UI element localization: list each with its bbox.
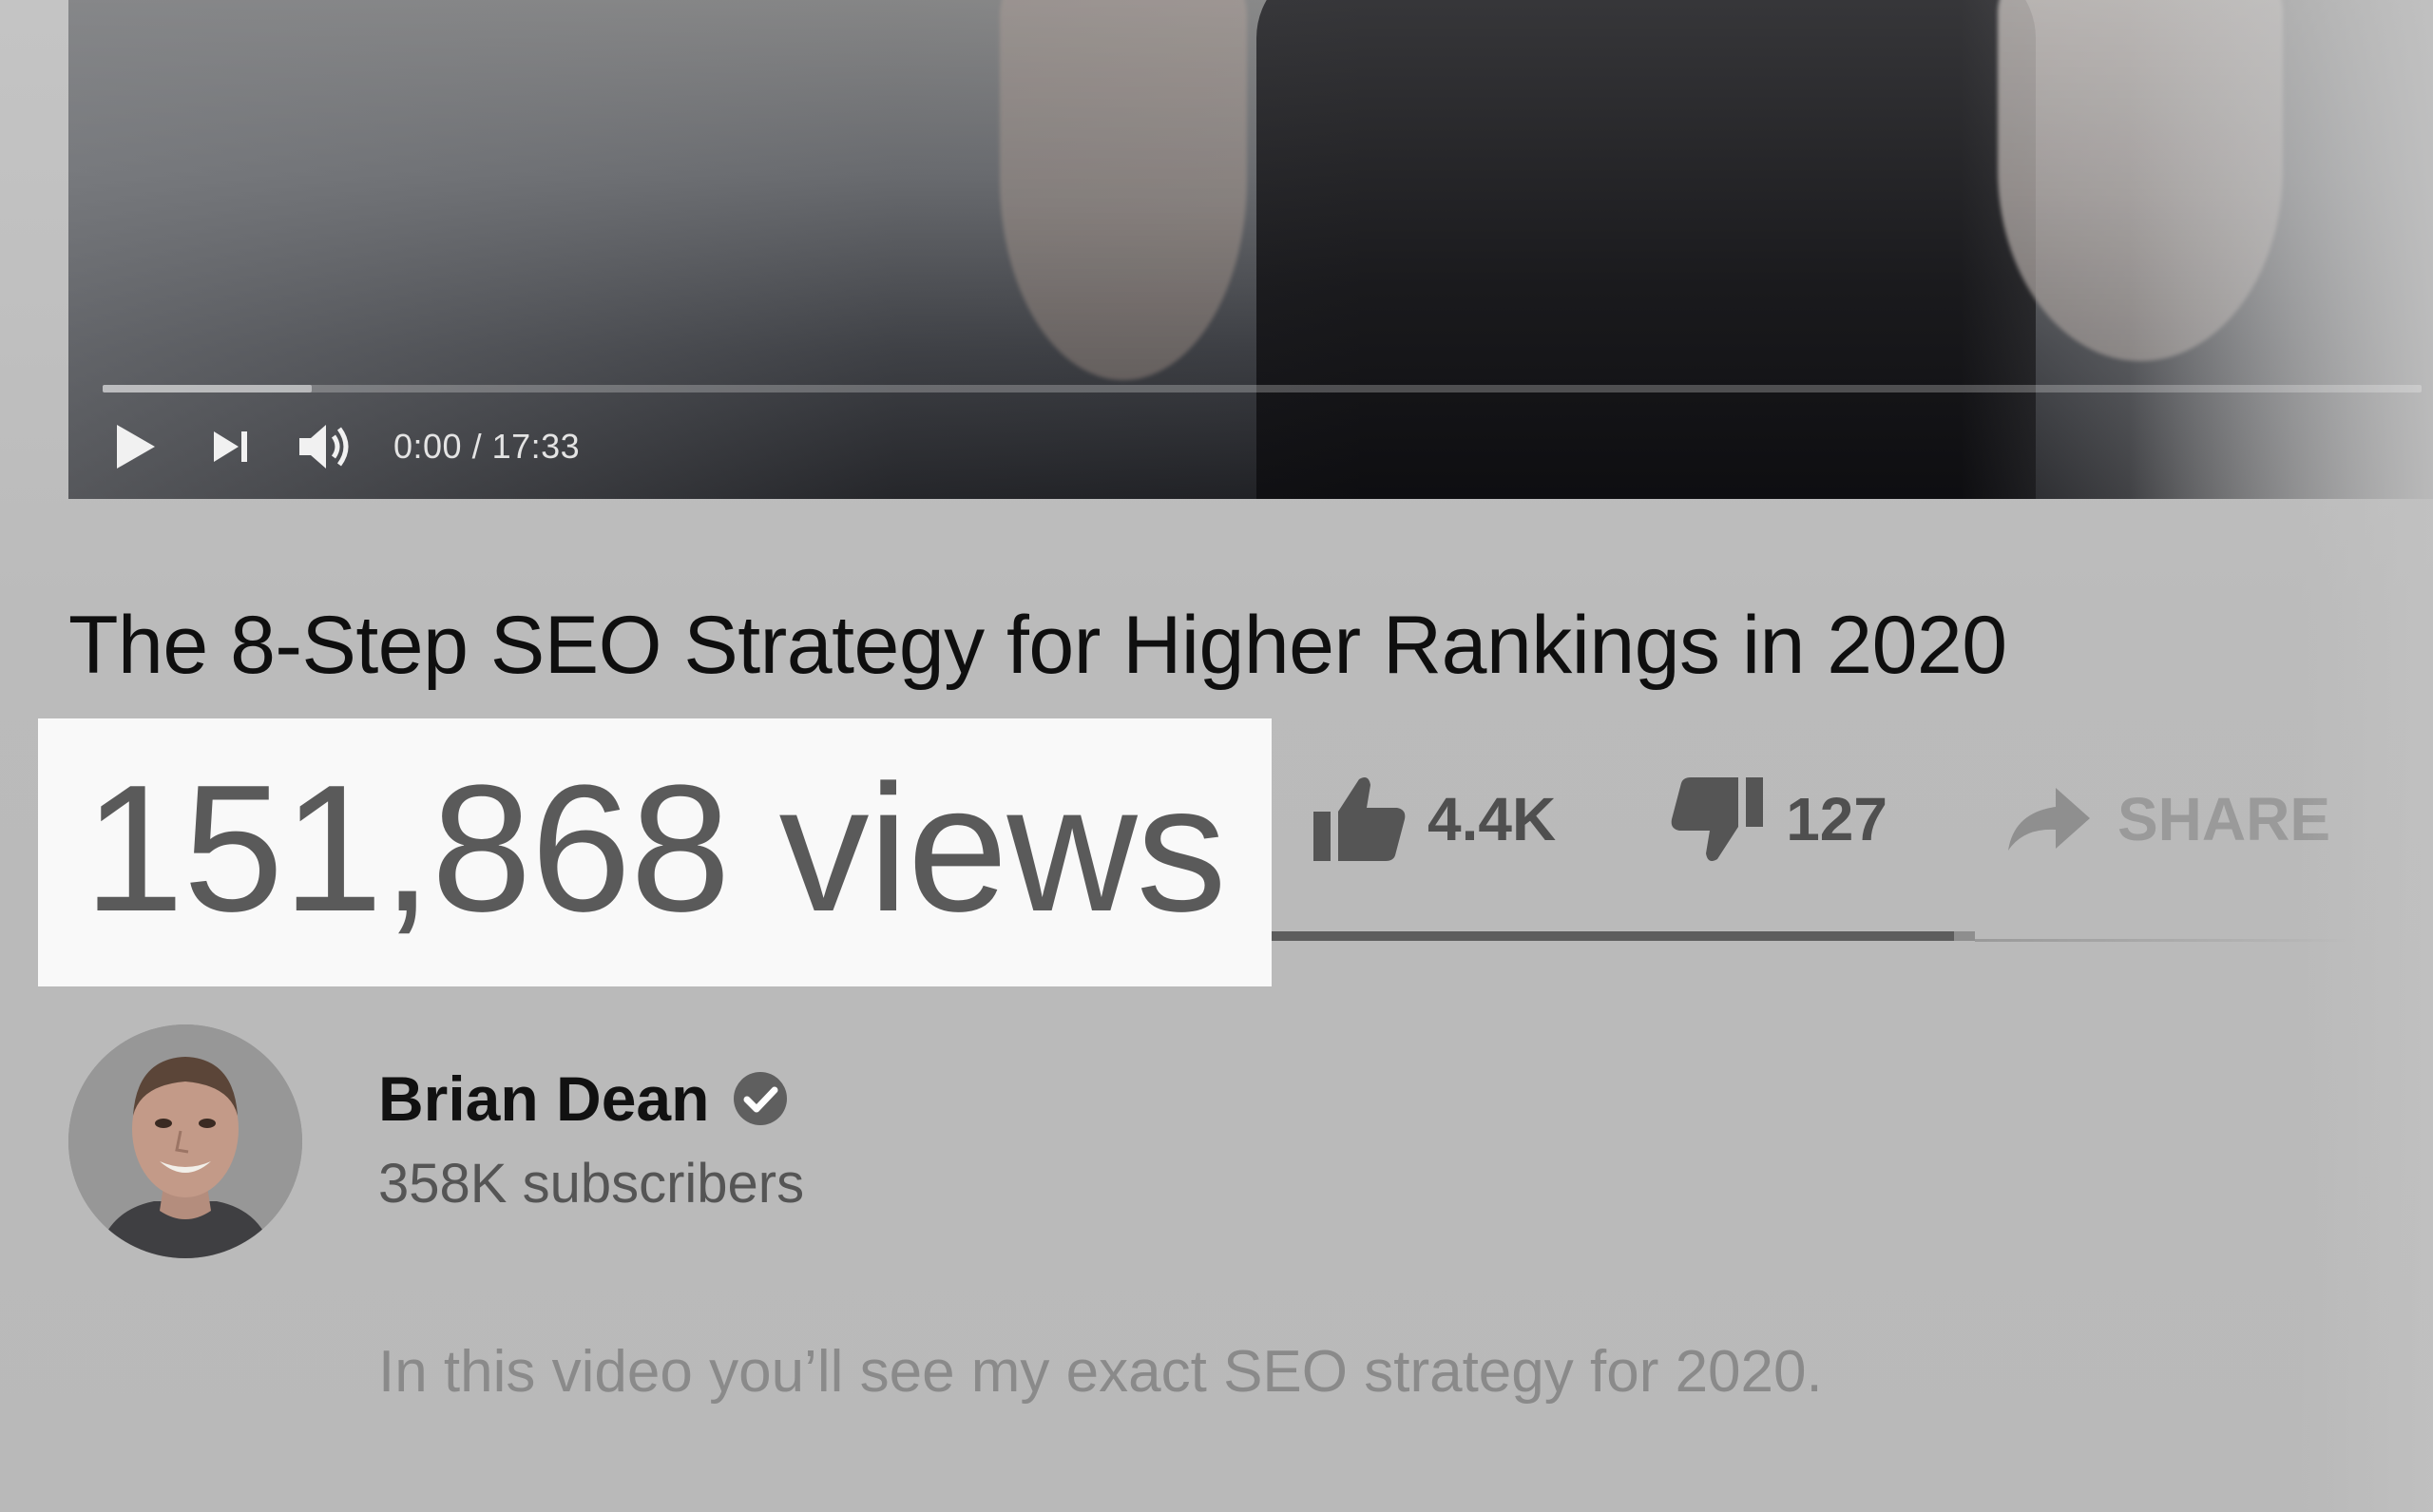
play-icon: [117, 425, 155, 469]
right-vignette: [2300, 499, 2433, 1512]
avatar[interactable]: [68, 1024, 302, 1258]
progress-loaded: [103, 385, 312, 392]
like-button[interactable]: 4.4K: [1312, 772, 1556, 867]
video-right-fade: [2129, 0, 2433, 499]
time-display: 0:00 / 17:33: [393, 427, 581, 466]
volume-button[interactable]: [293, 418, 359, 475]
divider: [1975, 939, 2355, 942]
action-row: 4.4K 127 SHARE: [1312, 772, 2433, 867]
views-highlight: 151,868 views: [38, 718, 1272, 986]
video-player[interactable]: 0:00 / 17:33: [68, 0, 2433, 499]
dislike-count: 127: [1786, 785, 1887, 853]
progress-bar[interactable]: [103, 385, 2422, 392]
thumbs-up-icon: [1313, 777, 1406, 861]
page: 0:00 / 17:33 The 8-Step SEO Strategy for…: [0, 0, 2433, 1512]
player-controls: 0:00 / 17:33: [103, 418, 580, 475]
sentiment-bar: [1272, 931, 1975, 941]
play-button[interactable]: [103, 418, 169, 475]
view-count: 151,868 views: [84, 748, 1227, 949]
dislike-button[interactable]: 127: [1670, 772, 1887, 867]
share-arrow-icon: [2007, 788, 2090, 851]
video-description: In this video you’ll see my exact SEO st…: [378, 1339, 1823, 1405]
channel-name-text: Brian Dean: [378, 1063, 710, 1134]
video-title: The 8-Step SEO Strategy for Higher Ranki…: [68, 600, 2007, 691]
sentiment-like-fill: [1272, 931, 1954, 941]
next-button[interactable]: [198, 418, 264, 475]
avatar-portrait: [68, 1024, 302, 1258]
channel-name[interactable]: Brian Dean: [378, 1062, 789, 1135]
thumbs-down-icon: [1671, 777, 1764, 861]
verified-check-icon: [734, 1072, 788, 1125]
skip-next-icon: [214, 431, 247, 462]
volume-icon: [299, 425, 349, 469]
share-label: SHARE: [2117, 785, 2330, 853]
share-button[interactable]: SHARE: [2002, 772, 2330, 867]
like-count: 4.4K: [1427, 785, 1557, 853]
subscriber-count: 358K subscribers: [378, 1153, 805, 1215]
